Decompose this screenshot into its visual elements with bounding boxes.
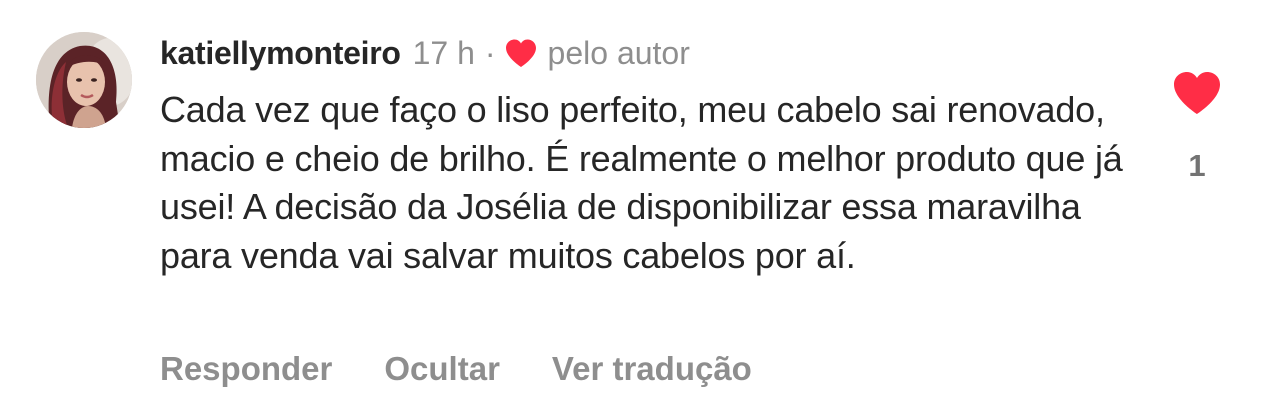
heart-icon <box>504 38 538 68</box>
comment-time: 17 h <box>412 34 475 71</box>
separator-dot: · <box>484 34 496 71</box>
like-count: 1 <box>1188 148 1206 183</box>
comment-item: katiellymonteiro 17 h · pelo autor Cada … <box>0 0 1280 419</box>
like-column: 1 <box>1166 70 1228 184</box>
comment-actions: Responder Ocultar Ver tradução <box>160 350 752 388</box>
reply-button[interactable]: Responder <box>160 350 332 388</box>
hide-button[interactable]: Ocultar <box>384 350 500 388</box>
comment-header: katiellymonteiro 17 h · pelo autor <box>160 30 690 76</box>
avatar[interactable] <box>36 32 132 128</box>
liked-by-author-label: pelo autor <box>547 34 690 71</box>
comment-text: Cada vez que faço o liso perfeito, meu c… <box>160 89 1123 276</box>
heart-filled-icon[interactable] <box>1172 70 1222 116</box>
translate-button[interactable]: Ver tradução <box>552 350 752 388</box>
username[interactable]: katiellymonteiro <box>160 35 401 72</box>
